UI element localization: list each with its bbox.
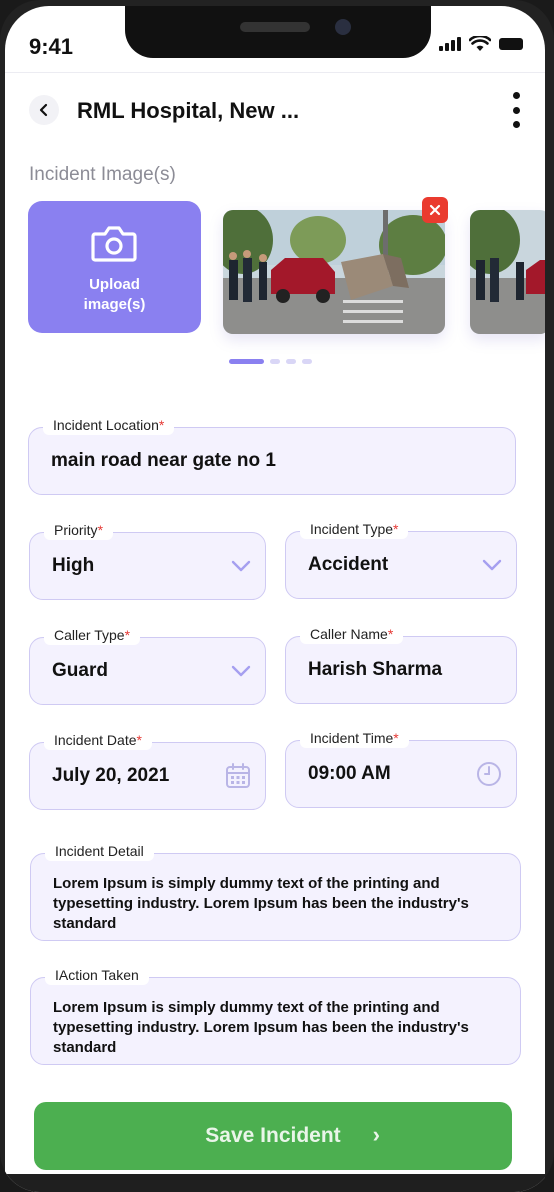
more-dot-icon [512, 106, 520, 114]
upload-label: Upload image(s) [28, 275, 201, 315]
images-section-title: Incident Image(s) [29, 164, 176, 185]
chevron-right-icon: › [372, 1122, 380, 1147]
incident-image-thumbnail[interactable] [470, 210, 545, 334]
action-taken-label: IAction Taken [45, 965, 149, 985]
carousel-dot[interactable] [270, 359, 280, 364]
status-icons [439, 36, 523, 52]
incident-detail-field[interactable]: Incident Detail Lorem Ipsum is simply du… [30, 841, 521, 941]
upload-image-button[interactable]: Upload image(s) [28, 201, 201, 333]
incident-date-value: July 20, 2021 [52, 765, 170, 786]
priority-select[interactable]: Priority* High [29, 520, 266, 600]
carousel-indicator [229, 359, 312, 364]
save-incident-button[interactable]: Save Incident › [34, 1102, 512, 1170]
signal-icon [439, 37, 461, 51]
save-incident-label: Save Incident [205, 1124, 341, 1147]
device-bottom-edge [0, 1174, 554, 1192]
chevron-down-icon [482, 559, 502, 571]
incident-date-field[interactable]: Incident Date* July 20, 2021 [29, 730, 266, 810]
more-options-button[interactable] [509, 92, 523, 128]
header-divider [5, 72, 545, 73]
upload-label-line2: image(s) [83, 296, 146, 313]
carousel-dot-active[interactable] [229, 359, 264, 364]
incident-image-thumbnail[interactable] [223, 210, 445, 334]
incident-time-value: 09:00 AM [308, 763, 391, 784]
priority-value: High [52, 555, 95, 576]
battery-icon [499, 38, 523, 50]
close-icon [429, 204, 441, 216]
chevron-down-icon [231, 665, 251, 677]
incident-type-select[interactable]: Incident Type* Accident [285, 519, 517, 599]
chevron-left-icon [39, 103, 48, 117]
incident-location-field[interactable]: Incident Location* main road near gate n… [28, 415, 516, 495]
clock-icon[interactable] [476, 761, 502, 787]
remove-image-button[interactable] [422, 197, 448, 223]
caller-name-field[interactable]: Caller Name* Harish Sharma [285, 624, 517, 704]
caller-type-value: Guard [52, 660, 108, 681]
more-dot-icon [512, 121, 520, 128]
chevron-down-icon [231, 560, 251, 572]
back-button[interactable] [29, 95, 59, 125]
camera-icon [91, 226, 137, 262]
incident-detail-label: Incident Detail [45, 841, 154, 861]
calendar-icon[interactable] [225, 763, 251, 789]
app-header: RML Hospital, New ... [5, 92, 545, 132]
incident-time-field[interactable]: Incident Time* 09:00 AM [285, 728, 517, 808]
caller-type-select[interactable]: Caller Type* Guard [29, 625, 266, 705]
status-time: 9:41 [29, 34, 74, 59]
speaker [240, 22, 310, 32]
incident-detail-value: Lorem Ipsum is simply dummy text of the … [53, 875, 469, 932]
page-title: RML Hospital, New ... [77, 98, 300, 123]
incident-location-value: main road near gate no 1 [51, 450, 276, 471]
action-taken-field[interactable]: IAction Taken Lorem Ipsum is simply dumm… [30, 965, 521, 1065]
carousel-dot[interactable] [286, 359, 296, 364]
caller-name-value: Harish Sharma [308, 659, 443, 680]
front-camera [335, 19, 351, 35]
upload-label-line1: Upload [89, 276, 140, 293]
phone-frame: 9:41 RML Hospital, New ... Incident Imag… [0, 0, 554, 1192]
wifi-icon [469, 36, 491, 51]
action-taken-value: Lorem Ipsum is simply dummy text of the … [53, 999, 469, 1056]
app-screen: 9:41 RML Hospital, New ... Incident Imag… [5, 6, 545, 1192]
device-notch [125, 6, 431, 58]
carousel-dot[interactable] [302, 359, 312, 364]
incident-type-value: Accident [308, 554, 389, 575]
more-dot-icon [512, 92, 520, 99]
